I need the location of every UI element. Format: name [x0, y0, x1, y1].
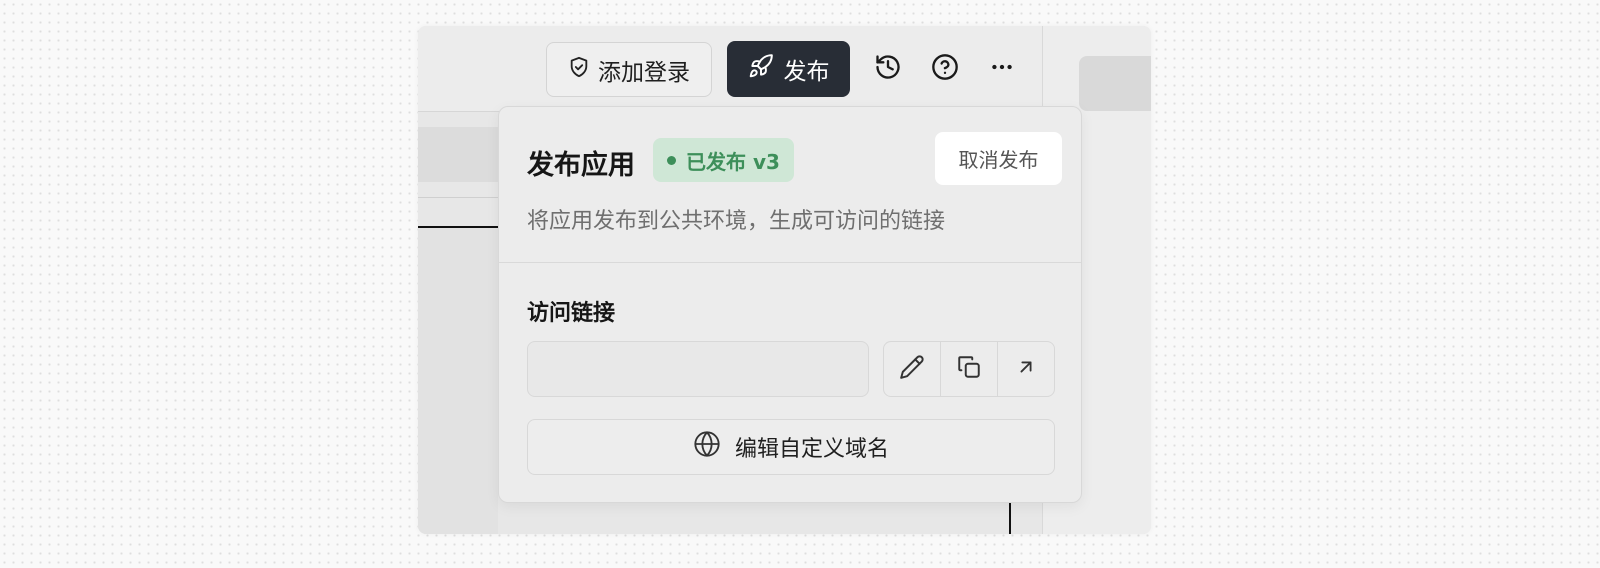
popover-divider	[499, 262, 1081, 263]
status-dot	[667, 155, 676, 165]
more-icon	[989, 54, 1015, 84]
status-badge: 已发布 v3	[653, 138, 794, 182]
canvas-area	[418, 228, 498, 534]
help-icon	[931, 53, 959, 85]
open-link-button[interactable]	[998, 342, 1054, 396]
popover-title: 发布应用	[527, 150, 635, 181]
add-login-button[interactable]: 添加登录	[546, 42, 712, 97]
edit-custom-domain-button[interactable]: 编辑自定义域名	[527, 419, 1055, 475]
top-toolbar: 添加登录 发布	[418, 26, 1042, 112]
help-button[interactable]	[927, 51, 963, 87]
rocket-icon	[748, 53, 774, 85]
history-icon	[874, 53, 902, 85]
add-login-label: 添加登录	[598, 59, 690, 86]
unpublish-button[interactable]: 取消发布	[935, 132, 1062, 185]
edit-icon	[899, 354, 925, 384]
link-actions	[883, 341, 1055, 397]
publish-button[interactable]: 发布	[727, 41, 850, 97]
right-panel-placeholder	[1079, 56, 1151, 111]
more-button[interactable]	[984, 51, 1020, 87]
edit-link-button[interactable]	[884, 342, 941, 396]
publish-popover: 发布应用 已发布 v3 取消发布 将应用发布到公共环境，生成可访问的链接 访问链…	[498, 106, 1082, 503]
divider	[418, 197, 498, 198]
access-link-label: 访问链接	[527, 301, 616, 326]
access-url-input[interactable]	[527, 341, 869, 397]
publish-label: 发布	[783, 59, 830, 85]
left-placeholder	[418, 127, 498, 182]
copy-link-button[interactable]	[941, 342, 998, 396]
status-badge-label: 已发布 v3	[686, 149, 780, 174]
history-button[interactable]	[870, 51, 906, 87]
popover-description: 将应用发布到公共环境，生成可访问的链接	[527, 209, 946, 234]
custom-domain-label: 编辑自定义域名	[734, 437, 889, 462]
open-external-icon	[1015, 356, 1037, 382]
copy-icon	[956, 354, 982, 384]
cursor-line	[1009, 502, 1011, 534]
globe-icon	[693, 430, 721, 464]
shield-check-icon	[568, 55, 590, 85]
